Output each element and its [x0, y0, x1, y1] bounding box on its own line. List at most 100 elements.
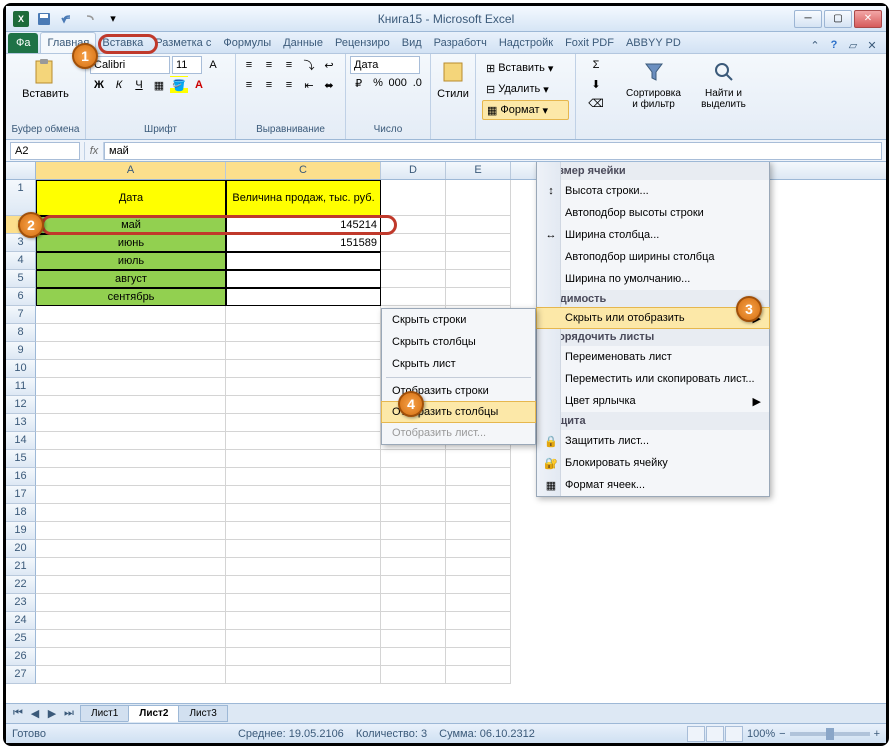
row-header-13[interactable]: 13	[6, 414, 36, 432]
zoom-out-icon[interactable]: −	[779, 728, 785, 740]
italic-icon[interactable]: К	[110, 76, 128, 94]
row-header-21[interactable]: 21	[6, 558, 36, 576]
row-header-27[interactable]: 27	[6, 666, 36, 684]
maximize-button[interactable]: ▢	[824, 10, 852, 28]
col-header-c[interactable]: C	[226, 162, 381, 179]
menu-lock-cell[interactable]: 🔐Блокировать ячейку	[537, 452, 769, 474]
percent-icon[interactable]: %	[369, 74, 386, 92]
col-header-a[interactable]: A	[36, 162, 226, 179]
menu-protect-sheet[interactable]: 🔒Защитить лист...	[537, 430, 769, 452]
cell-a4[interactable]: июль	[36, 252, 226, 270]
row-header-26[interactable]: 26	[6, 648, 36, 666]
col-header-e[interactable]: E	[446, 162, 511, 179]
fill-icon[interactable]: ⬇	[587, 75, 605, 93]
currency-icon[interactable]: ₽	[350, 74, 367, 92]
font-size-combo[interactable]: 11	[172, 56, 202, 74]
insert-cells-button[interactable]: ⊞Вставить▾	[482, 58, 569, 78]
tab-addins[interactable]: Надстройк	[493, 33, 559, 53]
cell-a2[interactable]: май	[36, 216, 226, 234]
first-sheet-icon[interactable]: ⏮	[10, 706, 26, 722]
close-workbook-icon[interactable]: ✕	[864, 37, 880, 53]
tab-data[interactable]: Данные	[277, 33, 329, 53]
format-cells-button[interactable]: ▦Формат▾	[482, 100, 569, 120]
menu-col-width[interactable]: ↔Ширина столбца...	[537, 224, 769, 246]
number-format-combo[interactable]: Дата	[350, 56, 420, 74]
sheet-tab-2[interactable]: Лист2	[128, 705, 179, 722]
align-left-icon[interactable]: ≡	[240, 76, 258, 94]
tab-foxit[interactable]: Foxit PDF	[559, 33, 620, 53]
row-header-23[interactable]: 23	[6, 594, 36, 612]
row-header-19[interactable]: 19	[6, 522, 36, 540]
grow-font-icon[interactable]: A	[204, 56, 222, 74]
cell-a3[interactable]: июнь	[36, 234, 226, 252]
menu-hide-unhide[interactable]: Скрыть или отобразить▶	[536, 307, 770, 329]
page-break-view-icon[interactable]	[725, 726, 743, 742]
minimize-ribbon-icon[interactable]: ⌃	[807, 37, 823, 53]
sort-filter-button[interactable]: Сортировка и фильтр	[620, 56, 687, 112]
clear-icon[interactable]: ⌫	[587, 94, 605, 112]
menu-hide-sheet[interactable]: Скрыть лист	[382, 353, 535, 375]
sheet-tab-1[interactable]: Лист1	[80, 705, 129, 722]
comma-icon[interactable]: 000	[389, 74, 407, 92]
inc-decimal-icon[interactable]: .0	[409, 74, 426, 92]
close-button[interactable]: ✕	[854, 10, 882, 28]
next-sheet-icon[interactable]: ▶	[44, 706, 60, 722]
merge-icon[interactable]: ⬌	[320, 76, 338, 94]
wrap-text-icon[interactable]: ↩	[320, 56, 338, 74]
row-header-15[interactable]: 15	[6, 450, 36, 468]
row-header-14[interactable]: 14	[6, 432, 36, 450]
menu-hide-rows[interactable]: Скрыть строки	[382, 309, 535, 331]
tab-developer[interactable]: Разработч	[428, 33, 493, 53]
page-layout-view-icon[interactable]	[706, 726, 724, 742]
align-top-icon[interactable]: ≡	[240, 56, 258, 74]
align-mid-icon[interactable]: ≡	[260, 56, 278, 74]
tab-formulas[interactable]: Формулы	[217, 33, 277, 53]
menu-tab-color[interactable]: Цвет ярлычка▶	[537, 390, 769, 412]
orientation-icon[interactable]: ⤵	[300, 56, 318, 74]
find-select-button[interactable]: Найти и выделить	[695, 56, 752, 112]
cell-a5[interactable]: август	[36, 270, 226, 288]
row-header-12[interactable]: 12	[6, 396, 36, 414]
row-header-6[interactable]: 6	[6, 288, 36, 306]
menu-autofit-col[interactable]: Автоподбор ширины столбца	[537, 246, 769, 268]
tab-page-layout[interactable]: Разметка с	[149, 33, 217, 53]
row-header-18[interactable]: 18	[6, 504, 36, 522]
cell-e1[interactable]	[446, 180, 511, 216]
menu-autofit-row[interactable]: Автоподбор высоты строки	[537, 202, 769, 224]
prev-sheet-icon[interactable]: ◀	[27, 706, 43, 722]
bold-icon[interactable]: Ж	[90, 76, 108, 94]
cell-e2[interactable]	[446, 216, 511, 234]
save-icon[interactable]	[33, 9, 55, 29]
row-header-11[interactable]: 11	[6, 378, 36, 396]
excel-icon[interactable]: X	[10, 9, 32, 29]
row-header-25[interactable]: 25	[6, 630, 36, 648]
menu-format-cells[interactable]: ▦Формат ячеек...	[537, 474, 769, 496]
sheet-tab-3[interactable]: Лист3	[178, 705, 227, 722]
font-name-combo[interactable]: Calibri	[90, 56, 170, 74]
zoom-in-icon[interactable]: +	[874, 728, 880, 740]
last-sheet-icon[interactable]: ⏭	[61, 706, 77, 722]
zoom-level[interactable]: 100%	[747, 728, 775, 740]
row-header-17[interactable]: 17	[6, 486, 36, 504]
row-header-16[interactable]: 16	[6, 468, 36, 486]
cell-c6[interactable]	[226, 288, 381, 306]
tab-review[interactable]: Рецензиро	[329, 33, 396, 53]
font-color-icon[interactable]: A	[190, 76, 208, 94]
zoom-slider[interactable]	[790, 732, 870, 736]
align-center-icon[interactable]: ≡	[260, 76, 278, 94]
indent-dec-icon[interactable]: ⇤	[300, 76, 318, 94]
cell-d1[interactable]	[381, 180, 446, 216]
align-right-icon[interactable]: ≡	[280, 76, 298, 94]
row-header-9[interactable]: 9	[6, 342, 36, 360]
row-header-1[interactable]: 1	[6, 180, 36, 216]
restore-window-icon[interactable]: ▱	[845, 37, 861, 53]
row-header-24[interactable]: 24	[6, 612, 36, 630]
cell-c1[interactable]: Величина продаж, тыс. руб.	[226, 180, 381, 216]
row-header-20[interactable]: 20	[6, 540, 36, 558]
row-header-10[interactable]: 10	[6, 360, 36, 378]
fx-icon[interactable]: fx	[84, 142, 104, 160]
menu-move-copy-sheet[interactable]: Переместить или скопировать лист...	[537, 368, 769, 390]
undo-icon[interactable]	[56, 9, 78, 29]
menu-default-width[interactable]: Ширина по умолчанию...	[537, 268, 769, 290]
row-header-7[interactable]: 7	[6, 306, 36, 324]
